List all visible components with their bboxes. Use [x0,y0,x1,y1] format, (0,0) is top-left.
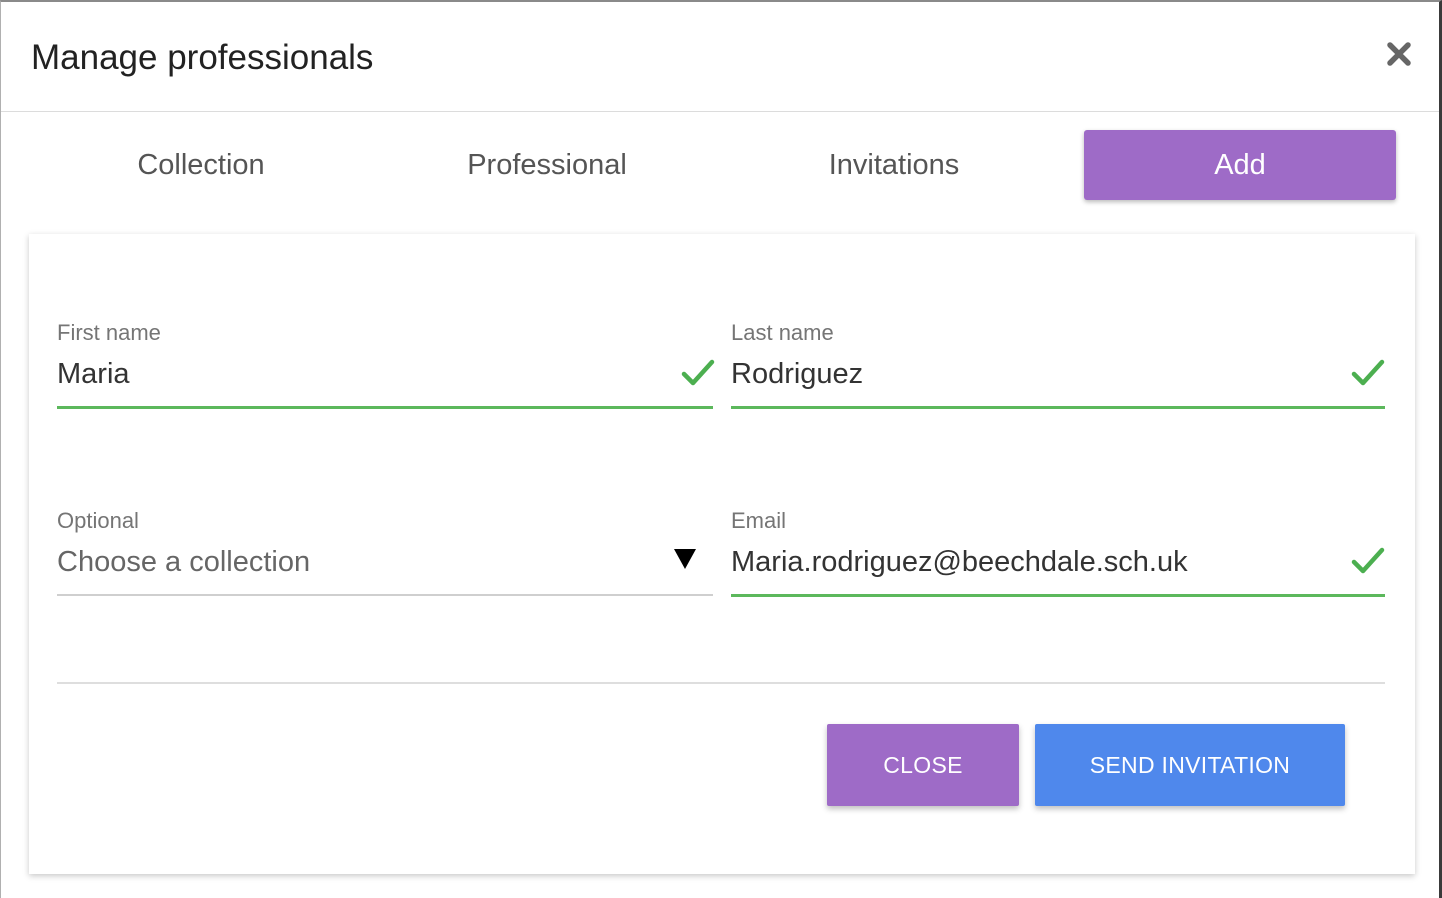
check-icon [681,359,715,386]
modal-header: Manage professionals [1,2,1439,112]
send-invitation-button[interactable]: SEND INVITATION [1035,724,1345,806]
last-name-label: Last name [731,320,834,345]
close-button[interactable]: CLOSE [827,724,1019,806]
form-divider [57,682,1385,684]
collection-placeholder[interactable]: Choose a collection [57,546,310,579]
email-field[interactable]: Email Maria.rodriguez@beechdale.sch.uk [731,508,1385,600]
tab-collection[interactable]: Collection [45,130,357,200]
last-name-underline [731,406,1385,409]
tab-professional[interactable]: Professional [391,130,703,200]
collection-select[interactable]: Optional Choose a collection [57,508,713,598]
email-underline [731,594,1385,597]
check-icon [1351,359,1385,386]
add-professional-form: First name Maria Last name Rodriguez Opt… [29,234,1415,874]
tab-add[interactable]: Add [1084,130,1396,200]
caret-down-icon[interactable] [673,548,697,570]
manage-professionals-modal: Manage professionals Collection Professi… [0,0,1442,898]
check-icon [1351,547,1385,574]
collection-label: Optional [57,508,139,533]
last-name-value[interactable]: Rodriguez [731,358,863,391]
tab-invitations[interactable]: Invitations [738,130,1050,200]
email-value[interactable]: Maria.rodriguez@beechdale.sch.uk [731,546,1188,579]
first-name-underline [57,406,713,409]
tab-bar: Collection Professional Invitations Add [1,130,1439,202]
collection-underline [57,594,713,596]
first-name-value[interactable]: Maria [57,358,130,391]
first-name-label: First name [57,320,161,345]
modal-title: Manage professionals [31,38,374,77]
close-icon[interactable] [1381,36,1417,72]
first-name-field[interactable]: First name Maria [57,320,715,412]
last-name-field[interactable]: Last name Rodriguez [731,320,1385,412]
email-label: Email [731,508,787,533]
